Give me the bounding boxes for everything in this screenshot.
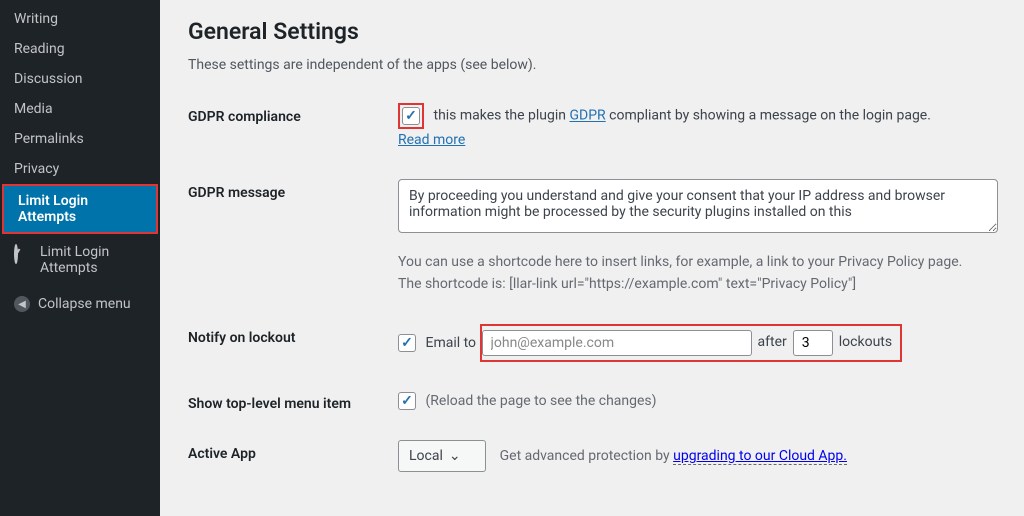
- email-input[interactable]: [482, 330, 752, 356]
- toplevel-hint: (Reload the page to see the changes): [425, 393, 656, 409]
- collapse-icon: ◀: [14, 296, 30, 312]
- lockout-count-input[interactable]: [793, 330, 833, 356]
- upgrade-link[interactable]: upgrading to our Cloud App.: [673, 448, 847, 465]
- sidebar-item-writing[interactable]: Writing: [0, 4, 160, 34]
- row-notify-lockout: Notify on lockout Email to after lockout…: [188, 324, 996, 362]
- highlight-box: after lockouts: [480, 324, 903, 362]
- upgrade-text: Get advanced protection by upgrading to …: [500, 445, 847, 467]
- sidebar-item-permalinks[interactable]: Permalinks: [0, 124, 160, 154]
- row-gdpr-message: GDPR message You can use a shortcode her…: [188, 179, 996, 295]
- collapse-menu[interactable]: ◀ Collapse menu: [0, 286, 160, 322]
- chevron-down-icon: ⌄: [449, 445, 461, 467]
- help-text-1: You can use a shortcode here to insert l…: [398, 251, 998, 273]
- gdpr-link[interactable]: GDPR: [570, 108, 606, 124]
- page-title: General Settings: [188, 18, 996, 45]
- admin-sidebar: Writing Reading Discussion Media Permali…: [0, 0, 160, 516]
- sidebar-item-discussion[interactable]: Discussion: [0, 64, 160, 94]
- gdpr-message-textarea[interactable]: [398, 179, 998, 233]
- row-label: Active App: [188, 440, 398, 462]
- lockouts-label: lockouts: [839, 331, 892, 353]
- main-content: General Settings These settings are inde…: [160, 0, 1024, 516]
- sidebar-section-limit-login[interactable]: Limit Login Attempts: [0, 234, 160, 286]
- highlight-box: [398, 103, 424, 129]
- toplevel-checkbox[interactable]: [398, 392, 416, 410]
- page-subhead: These settings are independent of the ap…: [188, 57, 996, 73]
- sidebar-item-media[interactable]: Media: [0, 94, 160, 124]
- read-more-link[interactable]: Read more: [398, 132, 465, 148]
- sidebar-item-reading[interactable]: Reading: [0, 34, 160, 64]
- help-text-2: The shortcode is: [llar-link url="https:…: [398, 273, 998, 295]
- row-label: GDPR message: [188, 179, 398, 201]
- row-label: GDPR compliance: [188, 103, 398, 125]
- row-active-app: Active App Local ⌄ Get advanced protecti…: [188, 440, 996, 472]
- row-label: Show top-level menu item: [188, 390, 398, 412]
- sidebar-item-privacy[interactable]: Privacy: [0, 154, 160, 184]
- after-label: after: [758, 331, 787, 353]
- gdpr-text-pre: this makes the plugin: [433, 108, 569, 124]
- select-value: Local: [409, 445, 443, 467]
- gauge-icon: [14, 246, 32, 264]
- row-gdpr-compliance: GDPR compliance this makes the plugin GD…: [188, 103, 996, 151]
- active-app-select[interactable]: Local ⌄: [398, 440, 486, 472]
- gdpr-checkbox[interactable]: [402, 107, 420, 125]
- gdpr-text-post: compliant by showing a message on the lo…: [606, 108, 931, 124]
- row-label: Notify on lockout: [188, 324, 398, 346]
- sidebar-item-limit-login-attempts[interactable]: Limit Login Attempts: [2, 184, 158, 234]
- notify-checkbox[interactable]: [398, 334, 416, 352]
- email-to-label: Email to: [425, 335, 476, 351]
- collapse-label: Collapse menu: [38, 296, 131, 312]
- row-top-level-menu: Show top-level menu item (Reload the pag…: [188, 390, 996, 412]
- sidebar-section-label: Limit Login Attempts: [40, 244, 146, 276]
